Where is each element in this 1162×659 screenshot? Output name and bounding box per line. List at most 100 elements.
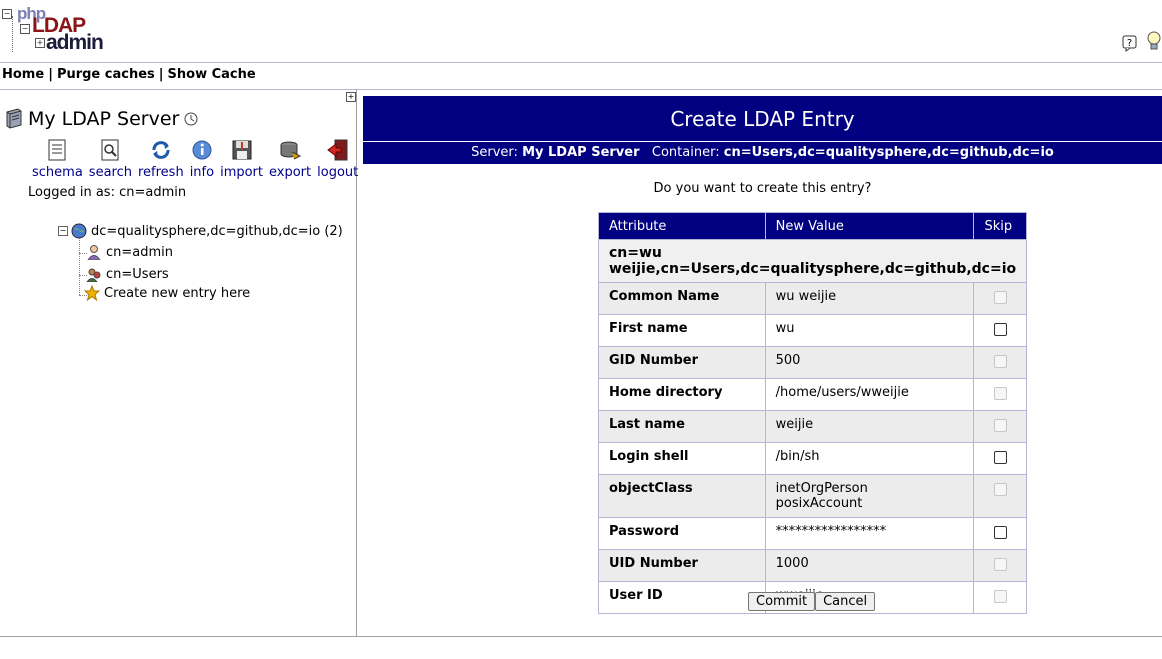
phpldapadmin-logo[interactable]: − − + php LDAP admin	[2, 4, 106, 54]
skip-cell	[973, 442, 1028, 475]
tree-node-admin-label[interactable]: cn=admin	[106, 245, 173, 260]
attribute-value: wu	[764, 314, 975, 347]
server-toolbar: schema search refresh info import export…	[32, 138, 364, 180]
expand-panel-button[interactable]: +	[346, 92, 356, 102]
collapse-icon[interactable]: −	[58, 226, 68, 236]
logo-box-icon: −	[20, 24, 30, 34]
skip-checkbox	[993, 483, 1007, 496]
top-menu: Home | Purge caches | Show Cache	[2, 67, 256, 82]
refresh-label[interactable]: refresh	[138, 165, 184, 180]
server-name[interactable]: My LDAP Server	[28, 108, 179, 130]
menu-show-cache-link[interactable]: Show Cache	[168, 67, 256, 82]
skip-checkbox	[993, 590, 1007, 603]
table-row: objectClass inetOrgPerson posixAccount	[598, 474, 1028, 518]
logo-admin: admin	[46, 31, 104, 54]
skip-cell	[973, 517, 1028, 550]
attribute-name: Last name	[598, 410, 766, 443]
skip-cell	[973, 314, 1028, 347]
schema-label[interactable]: schema	[32, 165, 83, 180]
table-row: Home directory/home/users/wweijie	[598, 378, 1028, 411]
skip-checkbox	[993, 291, 1007, 304]
server-header: My LDAP Server	[4, 108, 198, 130]
svg-text:?: ?	[1127, 38, 1132, 49]
cancel-button[interactable]: Cancel	[815, 592, 876, 611]
attribute-value: *****************	[764, 517, 975, 550]
skip-checkbox[interactable]	[993, 526, 1007, 539]
attribute-name: GID Number	[598, 346, 766, 379]
menu-home-link[interactable]: Home	[2, 67, 44, 82]
export-label[interactable]: export	[269, 165, 311, 180]
import-label[interactable]: import	[220, 165, 263, 180]
table-row: Last name weijie	[598, 410, 1028, 443]
main-panel: Create LDAP Entry Server: My LDAP Server…	[363, 96, 1162, 614]
info-button[interactable]: info	[190, 138, 214, 180]
globe-icon	[71, 223, 87, 239]
server-value: My LDAP Server	[522, 145, 640, 160]
menu-purge-caches-link[interactable]: Purge caches	[57, 67, 155, 82]
lightbulb-icon[interactable]	[1145, 30, 1162, 52]
column-header-new-value: New Value	[764, 212, 975, 240]
create-new-entry-label[interactable]: Create new entry here	[104, 286, 250, 301]
table-row: GID Number 500	[598, 346, 1028, 379]
tree-node-users[interactable]: cn=Users	[86, 266, 169, 282]
skip-checkbox[interactable]	[993, 323, 1007, 336]
server-label: Server:	[471, 145, 518, 160]
skip-cell	[973, 549, 1028, 582]
info-label[interactable]: info	[190, 165, 214, 180]
value-line: posixAccount	[775, 496, 863, 511]
search-label[interactable]: search	[89, 165, 132, 180]
value-line: wu weijie	[775, 289, 837, 304]
star-icon	[84, 285, 100, 301]
logo-tree-line	[12, 16, 14, 52]
table-row: First name wu	[598, 314, 1028, 347]
create-new-entry-link[interactable]: Create new entry here	[84, 285, 250, 301]
schema-button[interactable]: schema	[32, 138, 83, 180]
import-button[interactable]: import	[220, 138, 263, 180]
skip-checkbox[interactable]	[993, 451, 1007, 464]
commit-button[interactable]: Commit	[748, 592, 816, 611]
attribute-value: inetOrgPerson posixAccount	[764, 474, 975, 518]
skip-checkbox	[993, 355, 1007, 368]
action-buttons: Commit Cancel	[748, 592, 876, 611]
attribute-name: Login shell	[598, 442, 766, 475]
attribute-name: Password	[598, 517, 766, 550]
table-row: Login shell/bin/sh	[598, 442, 1028, 475]
schema-icon	[48, 139, 66, 161]
tree-line	[79, 233, 80, 295]
attribute-value: weijie	[764, 410, 975, 443]
attribute-name: Home directory	[598, 378, 766, 411]
server-tree-panel: + My LDAP Server schema search refresh i…	[0, 90, 358, 636]
logout-button[interactable]: logout	[317, 138, 358, 180]
logged-in-as: Logged in as: cn=admin	[28, 185, 187, 200]
tree-root-node[interactable]: − dc=qualitysphere,dc=github,dc=io (2)	[58, 223, 343, 239]
logout-label[interactable]: logout	[317, 165, 358, 180]
tree-node-users-label[interactable]: cn=Users	[106, 267, 169, 282]
search-icon	[101, 139, 119, 161]
attribute-name: First name	[598, 314, 766, 347]
value-line: weijie	[775, 417, 814, 432]
column-header-skip: Skip	[973, 212, 1028, 240]
attribute-name: UID Number	[598, 549, 766, 582]
search-button[interactable]: search	[89, 138, 132, 180]
import-icon	[232, 140, 252, 160]
value-line: /bin/sh	[775, 449, 820, 464]
menu-separator: |	[158, 67, 164, 82]
info-icon	[192, 140, 212, 160]
help-icon[interactable]: ?	[1121, 34, 1139, 52]
attribute-name: User ID	[598, 581, 766, 614]
clock-icon[interactable]	[184, 112, 198, 126]
refresh-button[interactable]: refresh	[138, 138, 184, 180]
banner-divider	[363, 141, 1162, 142]
attribute-value: wu weijie	[764, 282, 975, 315]
export-button[interactable]: export	[269, 138, 311, 180]
tree-node-admin[interactable]: cn=admin	[86, 244, 173, 260]
tree-root-label[interactable]: dc=qualitysphere,dc=github,dc=io (2)	[91, 224, 343, 239]
page-banner: Create LDAP Entry Server: My LDAP Server…	[363, 96, 1162, 164]
skip-cell	[973, 346, 1028, 379]
skip-checkbox	[993, 419, 1007, 432]
container-label: Container:	[651, 145, 720, 160]
skip-checkbox	[993, 558, 1007, 571]
entry-table: Attribute New Value Skip cn=wu weijie,cn…	[597, 212, 1028, 614]
column-header-attribute: Attribute	[598, 212, 766, 240]
logo-box-icon: −	[2, 9, 12, 19]
